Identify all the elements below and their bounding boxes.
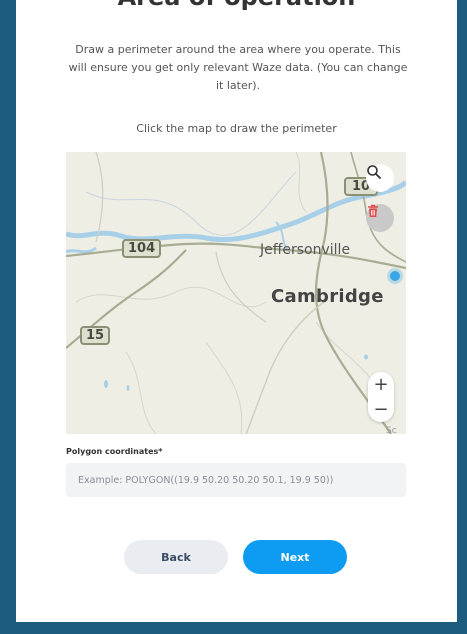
zoom-in-button[interactable]: + [368, 372, 394, 397]
route-shield-15: 15 [80, 326, 111, 345]
next-button[interactable]: Next [243, 540, 347, 574]
search-icon [367, 165, 381, 179]
map-hint: Click the map to draw the perimeter [136, 122, 337, 135]
back-button[interactable]: Back [124, 540, 228, 574]
current-location-dot [390, 271, 400, 281]
perimeter-map[interactable]: Jeffersonville Cambridge 104 15 10 + − S… [66, 152, 406, 434]
onboarding-panel: Area of operation Draw a perimeter aroun… [16, 0, 457, 622]
zoom-control: + − [368, 372, 394, 422]
page-title: Area of operation [16, 0, 457, 11]
intro-text: Draw a perimeter around the area where y… [68, 43, 408, 92]
town-label-cambridge: Cambridge [271, 286, 384, 307]
polygon-coordinates-label: Polygon coordinates* [66, 447, 163, 456]
town-label-jeffersonville: Jeffersonville [260, 242, 351, 258]
map-attribution: Sc [386, 426, 397, 434]
polygon-coordinates-input[interactable] [66, 463, 406, 497]
route-shield-104: 104 [122, 239, 162, 258]
delete-perimeter-button[interactable] [366, 204, 394, 232]
zoom-out-button[interactable]: − [368, 397, 394, 422]
trash-icon [368, 204, 378, 217]
map-search-button[interactable] [366, 164, 394, 192]
